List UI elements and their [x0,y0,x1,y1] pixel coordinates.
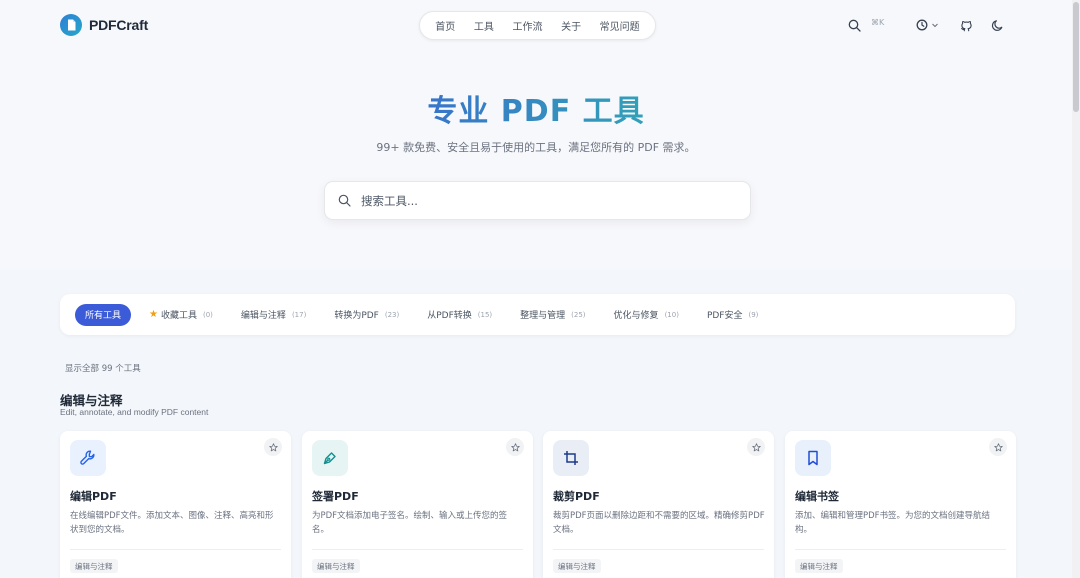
tab-optimize-repair[interactable]: 优化与修复 (10) [604,304,689,326]
nav-item-faq[interactable]: 常见问题 [600,18,640,33]
card-title: 编辑PDF [70,490,117,503]
tab-favorites[interactable]: ★ 收藏工具 (0) [139,304,223,326]
favorite-star-button[interactable] [989,438,1007,456]
tab-label: 从PDF转换 [427,311,472,321]
card-tag: 编辑与注释 [70,559,118,573]
clock-icon [916,19,927,31]
scrollbar[interactable] [1072,0,1080,578]
card-title: 裁剪PDF [553,490,600,503]
nav-item-workflow[interactable]: 工作流 [512,18,542,33]
moon-icon[interactable] [990,18,1004,32]
favorite-star-button[interactable] [264,438,282,456]
tool-card-crop-pdf[interactable]: 裁剪PDF 裁剪PDF页面以删除边距和不需要的区域。精确修剪PDF文档。 编辑与… [543,431,774,578]
tab-edit-annotate[interactable]: 编辑与注释 (17) [231,304,316,326]
shortcut-hint: ⌘K [871,18,885,27]
card-description: 裁剪PDF页面以删除边距和不需要的区域。精确修剪PDF文档。 [553,511,765,535]
logo[interactable]: PDFCraft [60,14,148,36]
tab-count: (10) [664,310,679,319]
card-tag: 编辑与注释 [312,559,360,573]
card-divider [795,549,1006,550]
tool-card-edit-pdf[interactable]: 编辑PDF 在线编辑PDF文件。添加文本、图像、注释、高亮和形状到您的文档。 编… [60,431,291,578]
search-input[interactable] [361,193,721,208]
card-description: 为PDF文档添加电子签名。绘制、输入或上传您的签名。 [312,511,508,535]
nav-item-tools[interactable]: 工具 [474,18,494,33]
hero-subtitle: 99+ 款免费、安全且易于使用的工具，满足您所有的 PDF 需求。 [376,141,696,154]
star-icon: ★ [149,309,158,320]
card-tag: 编辑与注释 [795,559,843,573]
tab-convert-from-pdf[interactable]: 从PDF转换 (15) [417,304,502,326]
tab-label: PDF安全 [706,311,743,321]
tab-convert-to-pdf[interactable]: 转换为PDF (23) [324,304,409,326]
card-divider [70,549,281,550]
tab-count: (17) [291,310,307,319]
star-icon [993,442,1003,451]
category-tabs: 所有工具 ★ 收藏工具 (0) 编辑与注释 (17) 转换为PDF (23) 从PDF转… [60,294,1015,335]
search-box[interactable] [324,181,751,220]
tab-count: (0) [203,310,213,319]
tab-count: (15) [477,310,493,319]
tab-organize-manage[interactable]: 整理与管理 (25) [510,304,595,326]
pen-icon [312,440,348,476]
star-icon [510,442,520,451]
tab-label: 所有工具 [85,311,122,321]
tool-card-sign-pdf[interactable]: 签署PDF 为PDF文档添加电子签名。绘制、输入或上传您的签名。 编辑与注释 [302,431,533,578]
tab-label: 收藏工具 [160,311,197,321]
tab-label: 整理与管理 [520,311,566,321]
app-name: PDFCraft [89,17,149,33]
crop-icon [553,440,589,476]
history-dropdown[interactable] [914,18,940,32]
section-subtitle: Edit, annotate, and modify PDF content [60,407,209,417]
tab-label: 转换为PDF [334,311,379,321]
search-icon[interactable] [847,18,861,32]
nav-item-about[interactable]: 关于 [561,18,581,33]
tool-count-text: 显示全部 99 个工具 [65,364,141,374]
chevron-down-icon [931,23,938,28]
favorite-star-button[interactable] [747,438,765,456]
wrench-icon [70,440,106,476]
tab-count: (25) [571,310,586,319]
card-title: 签署PDF [312,490,359,503]
star-icon [268,442,278,451]
card-description: 添加、编辑和管理PDF书签。为您的文档创建导航结构。 [795,511,991,535]
scrollbar-thumb[interactable] [1073,2,1079,112]
search-icon [338,194,352,208]
star-icon [751,442,761,451]
card-title: 编辑书签 [795,490,839,503]
pdf-document-icon [60,14,82,36]
card-tag: 编辑与注释 [553,559,601,573]
card-divider [553,549,764,550]
tab-count: (23) [384,310,400,319]
tab-label: 优化与修复 [613,311,659,321]
header: PDFCraft 首页 工具 工作流 关于 常见问题 ⌘K [0,0,1072,52]
card-divider [312,549,523,550]
nav-item-home[interactable]: 首页 [435,18,455,33]
tab-pdf-security[interactable]: PDF安全 (9) [697,304,768,326]
github-icon[interactable] [959,18,973,32]
hero-title: 专业 PDF 工具 [0,86,1072,130]
tab-count: (9) [748,310,759,319]
favorite-star-button[interactable] [506,438,524,456]
tool-card-edit-bookmarks[interactable]: 编辑书签 添加、编辑和管理PDF书签。为您的文档创建导航结构。 编辑与注释 [785,431,1016,578]
card-description: 在线编辑PDF文件。添加文本、图像、注释、高亮和形状到您的文档。 [70,511,274,535]
top-nav: 首页 工具 工作流 关于 常见问题 [419,11,656,40]
bookmark-icon [795,440,831,476]
tab-label: 编辑与注释 [240,311,286,321]
tab-all-tools[interactable]: 所有工具 [75,303,132,326]
